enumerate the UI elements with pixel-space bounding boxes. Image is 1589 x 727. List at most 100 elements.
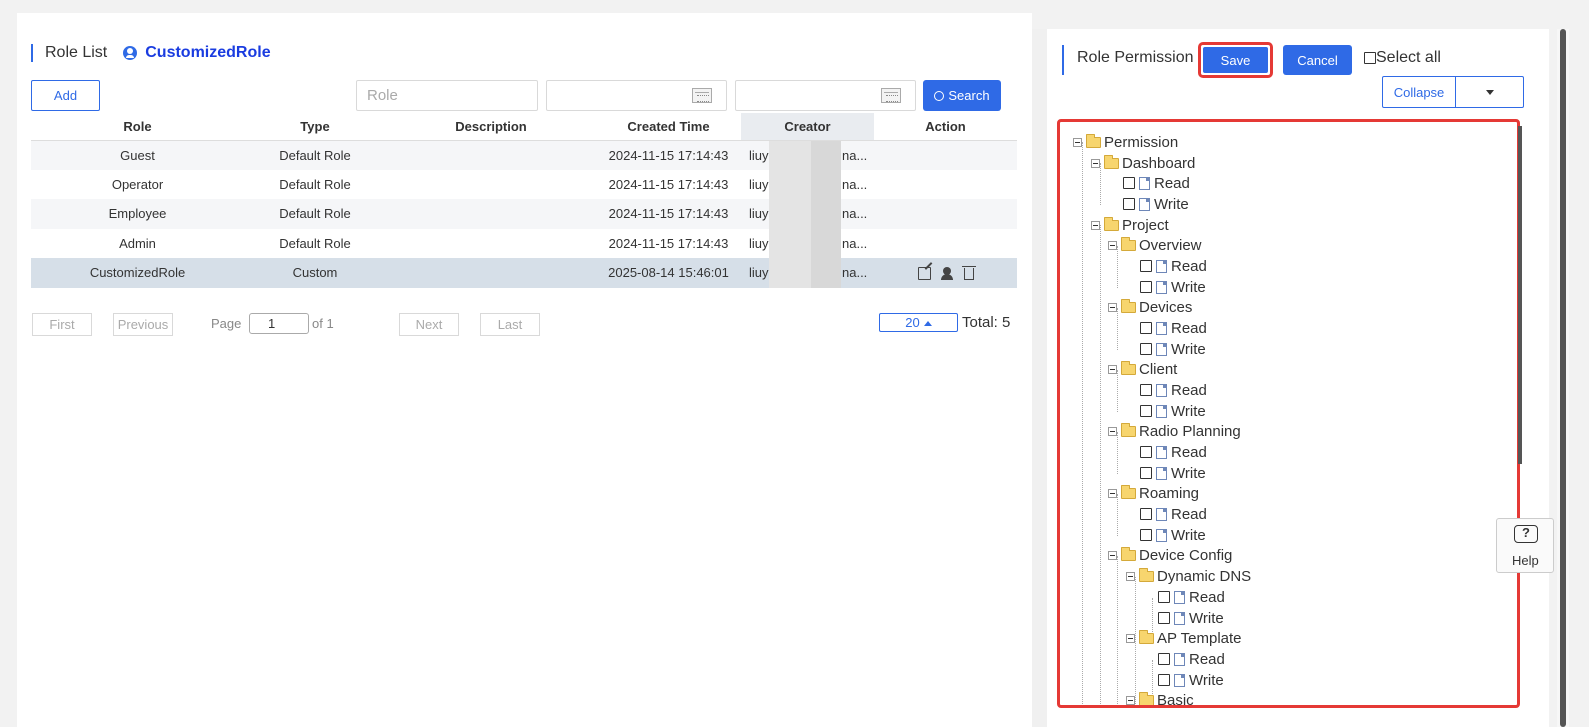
collapse-icon[interactable] [1108, 364, 1117, 374]
checkbox[interactable] [1158, 674, 1170, 686]
add-button[interactable]: Add [31, 80, 100, 111]
tree-node-dynamic-dns[interactable]: Dynamic DNS [1126, 566, 1251, 586]
edit-icon[interactable] [917, 267, 931, 281]
collapse-icon[interactable] [1091, 158, 1100, 168]
tree-node-overview-write[interactable]: Write [1140, 277, 1206, 297]
collapse-icon[interactable] [1091, 220, 1100, 230]
checkbox[interactable] [1158, 612, 1170, 624]
cancel-button[interactable]: Cancel [1283, 45, 1352, 75]
cell-created-time: 2024-11-15 17:14:43 [596, 199, 741, 229]
tree-node-client-read[interactable]: Read [1140, 380, 1207, 400]
checkbox[interactable] [1140, 384, 1152, 396]
tree-node-client-write[interactable]: Write [1140, 401, 1206, 421]
column-header-description[interactable]: Description [386, 113, 596, 141]
tree-node-dashboard[interactable]: Dashboard [1091, 153, 1195, 173]
collapse-icon[interactable] [1108, 240, 1117, 250]
tree-node-project[interactable]: Project [1091, 215, 1169, 235]
tree-node-ap-template-read[interactable]: Read [1158, 649, 1225, 669]
checkbox[interactable] [1364, 52, 1376, 64]
checkbox[interactable] [1140, 467, 1152, 479]
table-row-selected[interactable]: CustomizedRole Custom 2025-08-14 15:46:0… [31, 258, 1017, 288]
tree-node-devices-write[interactable]: Write [1140, 339, 1206, 359]
page-size-select[interactable]: 20 [879, 313, 958, 332]
collapse-icon[interactable] [1108, 488, 1117, 498]
save-button[interactable]: Save [1203, 47, 1268, 73]
tree-node-roaming-write[interactable]: Write [1140, 525, 1206, 545]
checkbox[interactable] [1140, 508, 1152, 520]
page-number-input[interactable]: 1 [249, 313, 309, 334]
checkbox[interactable] [1123, 177, 1135, 189]
search-button[interactable]: Search [923, 80, 1001, 111]
tree-node-dashboard-read[interactable]: Read [1123, 173, 1190, 193]
tree-node-radio-planning[interactable]: Radio Planning [1108, 421, 1241, 441]
folder-icon [1121, 484, 1136, 499]
checkbox[interactable] [1140, 405, 1152, 417]
tree-node-overview[interactable]: Overview [1108, 235, 1202, 255]
column-header-created-time[interactable]: Created Time [596, 113, 741, 141]
calendar-icon[interactable] [881, 88, 901, 103]
tree-node-devices[interactable]: Devices [1108, 297, 1192, 317]
previous-page-button[interactable]: Previous [113, 313, 173, 336]
creator-suffix: na... [842, 206, 868, 222]
tree-node-roaming-read[interactable]: Read [1140, 504, 1207, 524]
page-scrollbar[interactable] [1557, 29, 1569, 727]
tree-node-client[interactable]: Client [1108, 359, 1177, 379]
collapse-icon[interactable] [1073, 137, 1082, 147]
tree-node-overview-read[interactable]: Read [1140, 256, 1207, 276]
end-date-input[interactable] [735, 80, 916, 111]
tree-node-radio-planning-write[interactable]: Write [1140, 463, 1206, 483]
column-header-type[interactable]: Type [244, 113, 386, 141]
table-row[interactable]: Employee Default Role 2024-11-15 17:14:4… [31, 199, 1017, 229]
last-page-button[interactable]: Last [480, 313, 540, 336]
collapse-button-group: Collapse [1382, 76, 1524, 108]
help-button[interactable]: Help [1496, 518, 1554, 573]
tree-node-dynamic-dns-read[interactable]: Read [1158, 587, 1225, 607]
column-header-role[interactable]: Role [31, 113, 244, 141]
checkbox[interactable] [1158, 591, 1170, 603]
collapse-icon[interactable] [1108, 426, 1117, 436]
page-scrollbar-thumb[interactable] [1560, 29, 1566, 727]
table-row[interactable]: Operator Default Role 2024-11-15 17:14:4… [31, 169, 1017, 199]
user-lock-icon[interactable] [940, 267, 954, 281]
collapse-dropdown-toggle[interactable] [1456, 77, 1523, 107]
collapse-button[interactable]: Collapse [1383, 77, 1456, 107]
column-header-creator[interactable]: Creator [741, 113, 874, 141]
checkbox[interactable] [1123, 198, 1135, 210]
collapse-icon[interactable] [1108, 302, 1117, 312]
checkbox[interactable] [1140, 343, 1152, 355]
role-search-input[interactable]: Role [356, 80, 538, 111]
table-row[interactable]: Guest Default Role 2024-11-15 17:14:43 l… [31, 140, 1017, 170]
next-page-button[interactable]: Next [399, 313, 459, 336]
checkbox[interactable] [1140, 260, 1152, 272]
tree-node-radio-planning-read[interactable]: Read [1140, 442, 1207, 462]
tree-node-permission[interactable]: Permission [1073, 132, 1178, 152]
tree-node-basic[interactable]: Basic [1126, 690, 1194, 705]
first-page-button[interactable]: First [32, 313, 92, 336]
folder-icon [1139, 691, 1154, 705]
tree-node-ap-template[interactable]: AP Template [1126, 628, 1242, 648]
collapse-icon[interactable] [1126, 695, 1135, 705]
checkbox[interactable] [1140, 529, 1152, 541]
select-all-checkbox[interactable]: Select all [1364, 49, 1441, 67]
tree-node-devices-read[interactable]: Read [1140, 318, 1207, 338]
tree-node-dynamic-dns-write[interactable]: Write [1158, 608, 1224, 628]
tree-node-dashboard-write[interactable]: Write [1123, 194, 1189, 214]
page-size-value: 20 [905, 315, 920, 330]
tree-scrollbar-thumb[interactable] [1518, 126, 1522, 464]
collapse-icon[interactable] [1108, 550, 1117, 560]
tree-node-roaming[interactable]: Roaming [1108, 483, 1199, 503]
checkbox[interactable] [1140, 322, 1152, 334]
cell-role: CustomizedRole [31, 258, 244, 288]
tree-label: Read [1154, 174, 1190, 192]
checkbox[interactable] [1158, 653, 1170, 665]
collapse-icon[interactable] [1126, 633, 1135, 643]
calendar-icon[interactable] [692, 88, 712, 103]
tree-node-ap-template-write[interactable]: Write [1158, 670, 1224, 690]
checkbox[interactable] [1140, 281, 1152, 293]
start-date-input[interactable] [546, 80, 727, 111]
table-row[interactable]: Admin Default Role 2024-11-15 17:14:43 l… [31, 228, 1017, 258]
tree-node-device-config[interactable]: Device Config [1108, 545, 1232, 565]
trash-icon[interactable] [961, 265, 976, 280]
collapse-icon[interactable] [1126, 571, 1135, 581]
checkbox[interactable] [1140, 446, 1152, 458]
